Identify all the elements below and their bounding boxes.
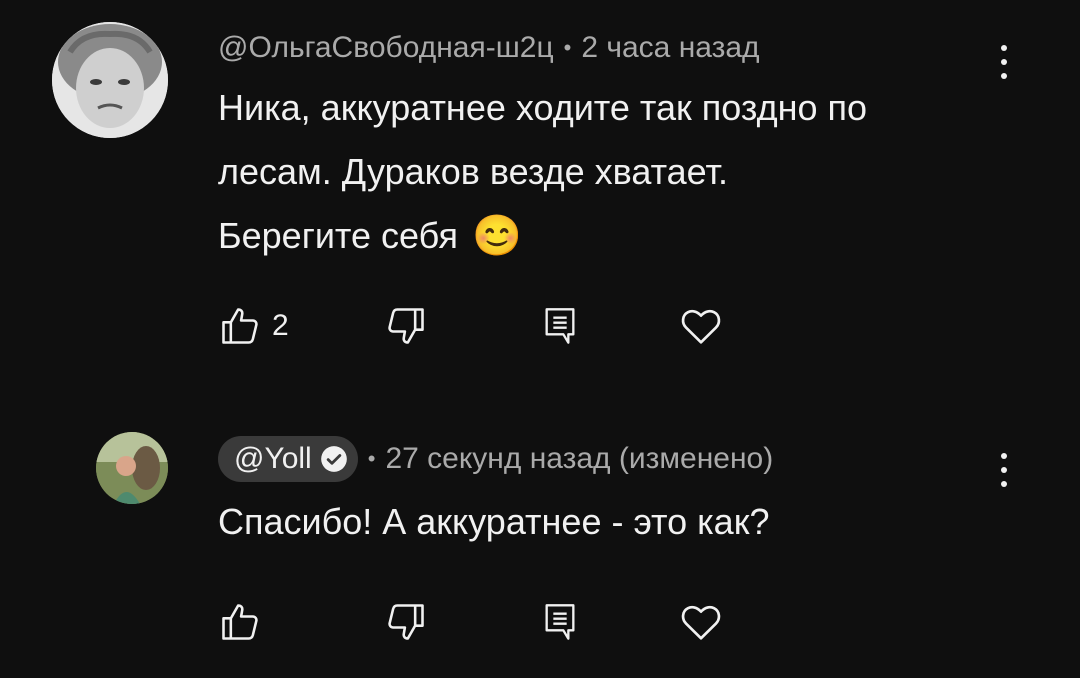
reply-button[interactable] — [540, 298, 580, 354]
more-vert-icon[interactable] — [990, 446, 1018, 494]
comment-meta: @ОльгаСвободная-ш2ц • 2 часа назад — [218, 26, 760, 70]
avatar[interactable] — [52, 22, 168, 138]
author-name: @Yoll — [234, 442, 312, 475]
avatar-photo — [96, 432, 168, 504]
heart-icon — [681, 309, 721, 344]
like-button[interactable]: 2 — [218, 298, 289, 354]
reply-icon — [545, 604, 575, 640]
reply-icon — [545, 308, 575, 344]
action-bar — [200, 594, 760, 650]
dislike-button[interactable] — [384, 594, 428, 650]
action-bar: 2 — [200, 298, 760, 354]
reply-button[interactable] — [540, 594, 580, 650]
comment-line: Берегите себя — [218, 215, 458, 256]
thumbs-up-icon — [222, 604, 258, 640]
avatar[interactable] — [96, 432, 168, 504]
timestamp[interactable]: 2 часа назад — [581, 31, 759, 65]
timestamp[interactable]: 27 секунд назад (изменено) — [385, 442, 773, 476]
comment-line: Ника, аккуратнее ходите так поздно по — [218, 87, 868, 128]
more-vert-icon[interactable] — [990, 38, 1018, 86]
like-button[interactable] — [218, 594, 262, 650]
separator: • — [367, 446, 376, 471]
author-name[interactable]: @ОльгаСвободная-ш2ц — [218, 31, 554, 65]
avatar-photo — [52, 22, 168, 138]
comment-line: Спасибо! А аккуратнее - это как? — [218, 501, 770, 542]
thumbs-down-icon — [388, 604, 424, 640]
thumbs-down-icon — [388, 308, 424, 344]
author-chip[interactable]: @Yoll — [218, 436, 358, 482]
heart-button[interactable] — [678, 298, 724, 354]
comment-text: Спасибо! А аккуратнее - это как? — [218, 490, 769, 554]
heart-button[interactable] — [678, 594, 724, 650]
comment-line-last: Берегите себя 😊 — [218, 204, 867, 268]
thumbs-up-icon — [222, 308, 258, 344]
verified-check-icon — [320, 446, 347, 472]
comment-line: лесам. Дураков везде хватает. — [218, 151, 728, 192]
comment-text: Ника, аккуратнее ходите так поздно по ле… — [218, 76, 867, 268]
comment-meta: @Yoll • 27 секунд назад (изменено) — [218, 434, 773, 484]
separator: • — [563, 35, 572, 60]
heart-icon — [681, 605, 721, 640]
like-count: 2 — [272, 309, 289, 342]
smile-emoji: 😊 — [471, 214, 522, 258]
dislike-button[interactable] — [384, 298, 428, 354]
